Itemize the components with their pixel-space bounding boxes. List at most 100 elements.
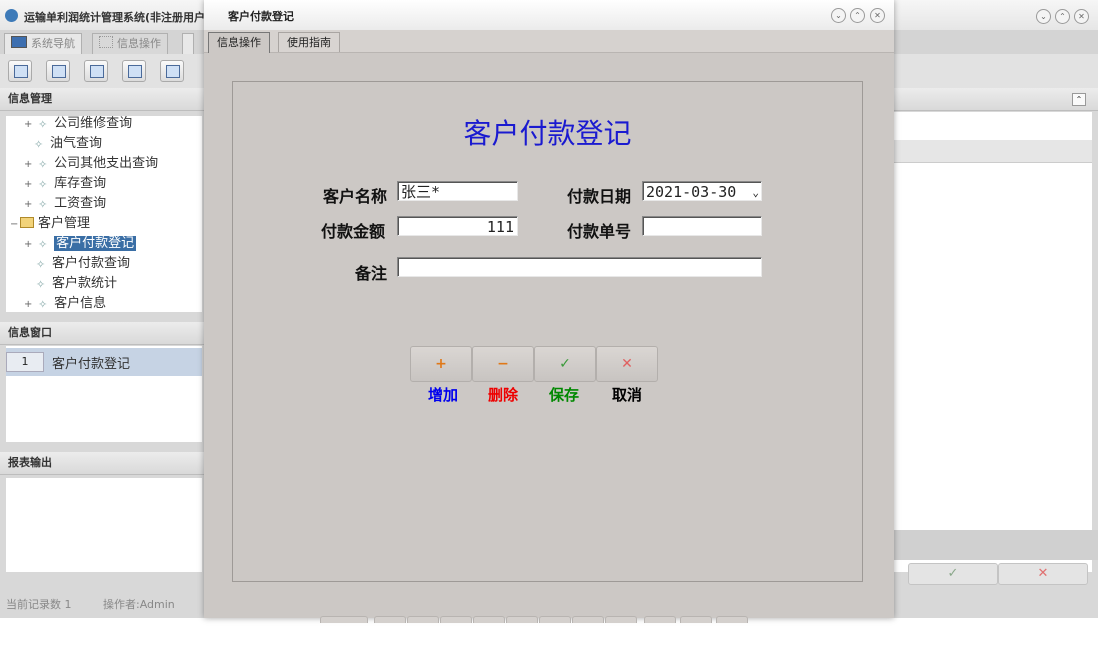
tool-icon: ✧ <box>34 138 44 151</box>
window-list-row[interactable]: 1 客户付款登记 <box>6 348 202 376</box>
expand-icon[interactable]: + <box>24 235 34 255</box>
close-icon: ✕ <box>621 356 633 372</box>
add-button[interactable]: + <box>410 346 472 382</box>
main-title-text: 运输单利润统计管理系统(非注册用户 <box>24 11 206 24</box>
bottom-toolbar-button[interactable] <box>374 616 406 623</box>
grid-icon <box>99 36 113 48</box>
tree-item-customer-payment-query[interactable]: ✧ 客户付款查询 <box>36 254 130 274</box>
delete-label[interactable]: 删除 <box>473 384 533 405</box>
search-tool-button[interactable] <box>8 60 32 82</box>
payment-date-label: 付款日期 <box>567 187 632 206</box>
payment-no-field[interactable] <box>642 216 762 236</box>
bottom-toolbar-button[interactable] <box>716 616 748 623</box>
expand-icon[interactable]: + <box>24 295 34 312</box>
right-save-button[interactable]: ✓ <box>908 563 998 585</box>
tree-item-label: 工资查询 <box>54 196 107 211</box>
close-icon[interactable]: ✕ <box>1074 9 1089 24</box>
delete-button[interactable]: − <box>472 346 534 382</box>
payment-date-value: 2021-03-30 <box>646 183 737 201</box>
tree-item-inventory[interactable]: + ✧ 库存查询 <box>24 174 106 194</box>
close-icon[interactable]: ✕ <box>870 8 885 23</box>
tool-icon: ✧ <box>38 178 48 191</box>
tree-item-customer-info[interactable]: + ✧ 客户信息 <box>24 294 106 312</box>
bottom-toolbar-button[interactable] <box>539 616 571 623</box>
amount-label: 付款金额 <box>321 222 386 241</box>
tool-icon: ✧ <box>38 238 48 251</box>
report-panel-header: 报表输出 <box>0 452 204 475</box>
remark-field[interactable] <box>397 257 762 277</box>
tab-more[interactable] <box>182 33 194 54</box>
minimize-icon[interactable]: ⌄ <box>831 8 846 23</box>
customer-name-field[interactable]: 张三* <box>397 181 518 201</box>
collapse-icon[interactable]: ⌃ <box>1072 93 1086 106</box>
bottom-toolbar-button[interactable] <box>440 616 472 623</box>
app-logo-icon <box>5 9 18 22</box>
dialog-bottom-toolbar <box>204 606 894 623</box>
bottom-toolbar-button[interactable] <box>680 616 712 623</box>
bottom-toolbar-button[interactable] <box>407 616 439 623</box>
form-title: 客户付款登记 <box>463 117 632 150</box>
bottom-toolbar-button[interactable] <box>644 616 676 623</box>
info-panel-header: 信息管理 <box>0 88 204 111</box>
record-count: 当前记录数 1 <box>6 598 72 611</box>
document-tool-button[interactable] <box>84 60 108 82</box>
report-panel-title: 报表输出 <box>8 456 52 469</box>
bottom-toolbar-button[interactable] <box>473 616 505 623</box>
check-icon: ✓ <box>947 566 959 581</box>
window-tool-button[interactable] <box>160 60 184 82</box>
row-label: 客户付款登记 <box>52 357 131 372</box>
save-label[interactable]: 保存 <box>534 384 594 405</box>
tree-item-label: 客户信息 <box>54 296 107 311</box>
tree-item-customer-mgmt[interactable]: − 客户管理 <box>10 214 90 234</box>
payment-date-picker[interactable]: 2021-03-30 ⌄ <box>642 181 762 201</box>
tree-item-label: 公司其他支出查询 <box>54 156 159 171</box>
tree-item-label: 油气查询 <box>50 136 103 151</box>
payment-form: 客户付款登记 客户名称 张三* 付款日期 2021-03-30 ⌄ 付款金额 1… <box>232 81 863 582</box>
tool-icon: ✧ <box>36 258 46 271</box>
tree-item-customer-stats[interactable]: ✧ 客户款统计 <box>36 274 117 294</box>
cancel-button[interactable]: ✕ <box>596 346 658 382</box>
tree-item-fuel[interactable]: ✧ 油气查询 <box>34 134 102 154</box>
tree-item-other-expense[interactable]: + ✧ 公司其他支出查询 <box>24 154 158 174</box>
right-cancel-button[interactable]: ✕ <box>998 563 1088 585</box>
save-button[interactable]: ✓ <box>534 346 596 382</box>
amount-field[interactable]: 111 <box>397 216 518 236</box>
tree-item-label: 客户付款登记 <box>54 236 137 251</box>
tree-item-company-repair[interactable]: + ✧ 公司维修查询 <box>24 116 132 134</box>
expand-icon[interactable]: + <box>24 155 34 175</box>
tree-item-label: 客户管理 <box>38 216 91 231</box>
bottom-toolbar-button[interactable] <box>320 616 368 623</box>
tab-info-operation[interactable]: 信息操作 <box>208 32 270 53</box>
users-tool-button[interactable] <box>122 60 146 82</box>
tab-system-nav[interactable]: 系统导航 <box>4 33 82 54</box>
bottom-toolbar-button[interactable] <box>605 616 637 623</box>
right-panel-header: ⌃ <box>894 88 1098 111</box>
tree-item-salary[interactable]: + ✧ 工资查询 <box>24 194 106 214</box>
tree-item-customer-payment-register[interactable]: + ✧ 客户付款登记 <box>24 234 137 255</box>
monitor-icon <box>11 36 27 48</box>
minimize-icon[interactable]: ⌄ <box>1036 9 1051 24</box>
chevron-down-icon[interactable]: ⌄ <box>752 183 759 203</box>
remark-label: 备注 <box>355 264 388 283</box>
expand-icon[interactable]: + <box>24 175 34 195</box>
plus-icon: + <box>435 356 447 372</box>
expand-icon[interactable]: + <box>24 116 34 135</box>
expand-icon[interactable]: + <box>24 195 34 215</box>
bottom-toolbar-button[interactable] <box>506 616 538 623</box>
list-tool-button[interactable] <box>46 60 70 82</box>
document-icon <box>90 65 104 78</box>
tab-info-operation[interactable]: 信息操作 <box>92 33 168 54</box>
maximize-icon[interactable]: ⌃ <box>1055 9 1070 24</box>
folder-icon <box>20 217 34 228</box>
dialog-title: 客户付款登记 <box>228 10 294 23</box>
payment-dialog: 客户付款登记 ⌄ ⌃ ✕ 信息操作 使用指南 客户付款登记 客户名称 张三* 付… <box>204 0 894 623</box>
tool-icon: ✧ <box>38 298 48 311</box>
maximize-icon[interactable]: ⌃ <box>850 8 865 23</box>
collapse-tree-icon[interactable]: − <box>10 215 20 235</box>
add-label[interactable]: 增加 <box>413 384 473 405</box>
tab-usage-guide[interactable]: 使用指南 <box>278 32 340 52</box>
window-panel-header: 信息窗口 <box>0 322 204 345</box>
cancel-label[interactable]: 取消 <box>597 384 657 405</box>
bottom-toolbar-button[interactable] <box>572 616 604 623</box>
right-bottom-bar <box>894 530 1098 560</box>
